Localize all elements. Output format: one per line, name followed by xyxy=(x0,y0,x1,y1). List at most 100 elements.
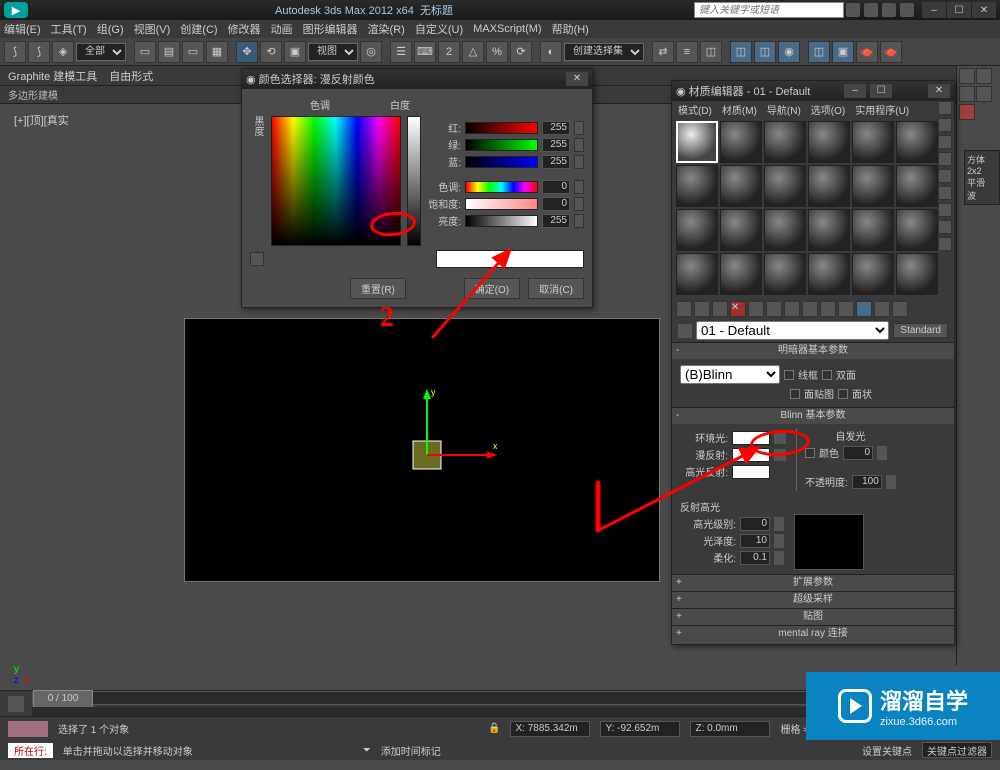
material-slot[interactable] xyxy=(852,165,894,207)
timeline-config-icon[interactable] xyxy=(8,696,24,712)
preview-icon[interactable] xyxy=(938,186,952,200)
put-to-library-icon[interactable] xyxy=(784,301,800,317)
named-sel-icon[interactable]: ◐ xyxy=(540,41,562,63)
reset-button[interactable]: 重置(R) xyxy=(350,278,406,299)
spinner-icon[interactable] xyxy=(574,155,584,169)
help-search-input[interactable] xyxy=(694,2,844,18)
add-time-tag-button[interactable]: 添加时间标记 xyxy=(381,743,441,758)
wire-checkbox[interactable] xyxy=(784,370,794,380)
cancel-button[interactable]: 取消(C) xyxy=(528,278,584,299)
go-forward-icon[interactable] xyxy=(892,301,908,317)
rotate-icon[interactable]: ⟲ xyxy=(260,41,282,63)
mat-menu-options[interactable]: 选项(O) xyxy=(811,102,845,117)
material-slot[interactable] xyxy=(720,209,762,251)
self-illum-input[interactable] xyxy=(843,446,873,460)
shader-dropdown[interactable]: (B)Blinn xyxy=(680,365,780,384)
material-slot[interactable] xyxy=(676,209,718,251)
sat-input[interactable] xyxy=(542,197,570,211)
ref-coord-dropdown[interactable]: 视图 xyxy=(308,43,358,61)
material-slot[interactable] xyxy=(852,253,894,295)
minimize-icon[interactable]: – xyxy=(844,84,866,98)
snap-2d-icon[interactable]: 2 xyxy=(438,41,460,63)
ribbon-freeform-tab[interactable]: 自由形式 xyxy=(109,68,153,84)
hue-input[interactable] xyxy=(542,180,570,194)
spinner-icon[interactable] xyxy=(774,534,784,548)
diffuse-swatch[interactable] xyxy=(732,448,770,462)
layer-icon[interactable]: ◫ xyxy=(700,41,722,63)
material-slot[interactable] xyxy=(896,209,938,251)
hue-saturation-picker[interactable] xyxy=(271,116,401,246)
render-prod-icon[interactable]: 🫖 xyxy=(880,41,902,63)
material-slot[interactable] xyxy=(676,253,718,295)
show-map-icon[interactable] xyxy=(820,301,836,317)
select-name-icon[interactable]: ▤ xyxy=(158,41,180,63)
material-slot[interactable] xyxy=(808,209,850,251)
material-slot[interactable] xyxy=(676,121,718,163)
green-slider[interactable] xyxy=(465,139,538,151)
eyedropper-icon[interactable] xyxy=(678,324,692,338)
go-parent-icon[interactable] xyxy=(856,301,872,317)
blue-input[interactable] xyxy=(542,155,570,169)
menu-customize[interactable]: 自定义(U) xyxy=(415,21,463,37)
hue-slider[interactable] xyxy=(465,181,538,193)
maximize-button[interactable]: ☐ xyxy=(947,2,971,18)
y-coord-input[interactable]: Y: -92.652m xyxy=(600,721,680,737)
spinner-icon[interactable] xyxy=(574,138,584,152)
help-icon[interactable] xyxy=(864,3,878,17)
mirror-icon[interactable]: ⇄ xyxy=(652,41,674,63)
move-icon[interactable]: ✥ xyxy=(236,41,258,63)
close-icon[interactable]: ✕ xyxy=(928,84,950,98)
face-map-checkbox[interactable] xyxy=(790,389,800,399)
material-slot[interactable] xyxy=(720,121,762,163)
opacity-input[interactable] xyxy=(852,475,882,489)
spinner-icon[interactable] xyxy=(774,517,784,531)
named-selection-dropdown[interactable]: 创建选择集 xyxy=(564,43,644,61)
help-icon[interactable] xyxy=(882,3,896,17)
menu-modifiers[interactable]: 修改器 xyxy=(228,21,261,37)
spinner-icon[interactable] xyxy=(877,446,887,460)
mat-menu-utilities[interactable]: 实用程序(U) xyxy=(855,102,909,117)
green-input[interactable] xyxy=(542,138,570,152)
spinner-icon[interactable] xyxy=(574,197,584,211)
link-icon[interactable]: ⟆ xyxy=(4,41,26,63)
help-icon[interactable] xyxy=(846,3,860,17)
material-slot[interactable] xyxy=(764,165,806,207)
make-unique-icon[interactable] xyxy=(766,301,782,317)
material-slot[interactable] xyxy=(764,253,806,295)
faceted-checkbox[interactable] xyxy=(838,389,848,399)
spinner-icon[interactable] xyxy=(886,475,896,489)
current-color-swatch[interactable] xyxy=(436,250,584,268)
select-icon[interactable]: ▭ xyxy=(134,41,156,63)
selection-lock-icon[interactable] xyxy=(8,721,48,737)
keyboard-shortcut-icon[interactable]: ⌨ xyxy=(414,41,436,63)
rollout-supersampling[interactable]: +超级采样 xyxy=(672,592,954,608)
put-to-scene-icon[interactable] xyxy=(694,301,710,317)
select-by-mat-icon[interactable] xyxy=(938,220,952,234)
material-slot[interactable] xyxy=(720,253,762,295)
ok-button[interactable]: 确定(O) xyxy=(464,278,520,299)
value-slider[interactable] xyxy=(407,116,421,246)
spec-level-input[interactable] xyxy=(740,517,770,531)
menu-graph-editors[interactable]: 图形编辑器 xyxy=(303,21,358,37)
red-slider[interactable] xyxy=(465,122,538,134)
help-icon[interactable] xyxy=(900,3,914,17)
background-icon[interactable] xyxy=(938,135,952,149)
display-tab-icon[interactable] xyxy=(959,104,975,120)
material-id-icon[interactable] xyxy=(802,301,818,317)
render-icon[interactable]: 🫖 xyxy=(856,41,878,63)
self-illum-color-checkbox[interactable] xyxy=(805,448,815,458)
maximize-icon[interactable]: ☐ xyxy=(870,84,892,98)
material-slot[interactable] xyxy=(676,165,718,207)
eyedropper-icon[interactable] xyxy=(250,252,264,266)
menu-animation[interactable]: 动画 xyxy=(271,21,293,37)
angle-snap-icon[interactable]: △ xyxy=(462,41,484,63)
window-crossing-icon[interactable]: ▦ xyxy=(206,41,228,63)
script-listener-label[interactable]: 所在行: xyxy=(8,743,53,758)
material-slot[interactable] xyxy=(808,253,850,295)
mat-menu-navigation[interactable]: 导航(N) xyxy=(767,102,801,117)
ambient-map-button[interactable] xyxy=(774,432,786,444)
setkey-label[interactable]: 设置关键点 xyxy=(862,743,912,758)
mat-map-nav-icon[interactable] xyxy=(938,237,952,251)
sample-uv-icon[interactable] xyxy=(938,152,952,166)
val-input[interactable] xyxy=(542,214,570,228)
